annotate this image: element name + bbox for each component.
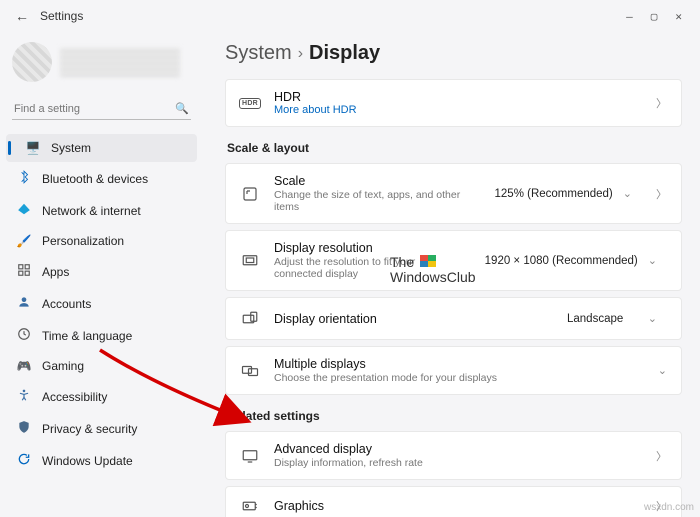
nav-icon: 🎮: [16, 359, 32, 373]
sidebar-item-personalization[interactable]: 🖌️ Personalization: [6, 227, 197, 255]
card-resolution[interactable]: Display resolution Adjust the resolution…: [225, 230, 682, 291]
apps-icon: [16, 263, 32, 280]
sidebar-item-privacy-security[interactable]: Privacy & security: [6, 413, 197, 444]
avatar: [12, 42, 52, 82]
bluetooth-icon: [16, 170, 32, 187]
chevron-right-icon: 〉: [656, 448, 667, 464]
card-subtitle: Adjust the resolution to fit your connec…: [274, 256, 461, 280]
sidebar-item-system[interactable]: 🖥️ System: [6, 134, 197, 162]
sidebar-item-label: Personalization: [42, 234, 124, 248]
search-box[interactable]: 🔍: [12, 98, 191, 120]
sidebar-item-label: Network & internet: [42, 204, 141, 218]
sidebar-item-accessibility[interactable]: Accessibility: [6, 381, 197, 412]
nav-list: 🖥️ System Bluetooth & devices Network & int…: [6, 134, 197, 476]
sidebar-item-network-internet[interactable]: Network & internet: [6, 195, 197, 226]
titlebar: ← Settings — ▢ ✕: [0, 0, 700, 32]
breadcrumb-root[interactable]: System: [225, 42, 292, 65]
shield-icon: [16, 420, 32, 437]
section-scale-layout: Scale & layout: [227, 141, 682, 155]
sidebar-item-label: Privacy & security: [42, 422, 137, 436]
app-title: Settings: [40, 9, 83, 23]
minimize-button[interactable]: —: [626, 10, 633, 23]
graphics-icon: [240, 497, 260, 515]
sidebar-item-label: Gaming: [42, 359, 84, 373]
sidebar-item-bluetooth-devices[interactable]: Bluetooth & devices: [6, 163, 197, 194]
orientation-dropdown[interactable]: Landscape⌄: [557, 308, 667, 329]
card-orientation[interactable]: Display orientation Landscape⌄: [225, 297, 682, 340]
hdr-link[interactable]: More about HDR: [274, 104, 642, 116]
search-icon: 🔍: [175, 102, 189, 115]
section-related: Related settings: [227, 409, 682, 423]
sidebar-item-apps[interactable]: Apps: [6, 256, 197, 287]
chevron-down-icon: ⌄: [658, 364, 667, 377]
scale-dropdown[interactable]: 125% (Recommended)⌄: [485, 183, 642, 204]
chevron-right-icon: 〉: [656, 95, 667, 111]
card-hdr[interactable]: HDR HDR More about HDR 〉: [225, 79, 682, 127]
card-title: Advanced display: [274, 442, 642, 456]
wifi-icon: [16, 202, 32, 219]
sidebar-item-time-language[interactable]: Time & language: [6, 320, 197, 351]
chevron-right-icon: 〉: [656, 186, 667, 202]
window-controls: — ▢ ✕: [616, 10, 692, 23]
nav-icon: 🖌️: [16, 234, 32, 248]
hdr-icon: HDR: [240, 98, 260, 109]
chevron-right-icon: ›: [298, 45, 303, 63]
multiple-displays-icon: [240, 362, 260, 380]
sidebar-item-accounts[interactable]: Accounts: [6, 288, 197, 319]
scale-icon: [240, 185, 260, 203]
clock-icon: [16, 327, 32, 344]
sidebar-item-label: Accessibility: [42, 390, 107, 404]
card-title: Scale: [274, 174, 471, 188]
card-title: Display resolution: [274, 241, 461, 255]
update-icon: [16, 452, 32, 469]
sidebar: 🔍 🖥️ System Bluetooth & devices Network & i…: [0, 32, 205, 517]
resolution-icon: [240, 252, 260, 270]
sidebar-item-windows-update[interactable]: Windows Update: [6, 445, 197, 476]
resolution-dropdown[interactable]: 1920 × 1080 (Recommended)⌄: [475, 250, 667, 271]
sidebar-item-gaming[interactable]: 🎮 Gaming: [6, 352, 197, 380]
card-title: Multiple displays: [274, 357, 644, 371]
monitor-icon: [240, 447, 260, 465]
sidebar-item-label: Accounts: [42, 297, 91, 311]
card-multiple-displays[interactable]: Multiple displays Choose the presentatio…: [225, 346, 682, 395]
card-title: Graphics: [274, 499, 642, 513]
nav-icon: 🖥️: [25, 141, 41, 155]
card-scale[interactable]: Scale Change the size of text, apps, and…: [225, 163, 682, 224]
chevron-down-icon: ⌄: [648, 254, 657, 267]
card-title: HDR: [274, 90, 642, 104]
sidebar-item-label: Apps: [42, 265, 69, 279]
sidebar-item-label: Bluetooth & devices: [42, 172, 148, 186]
card-title: Display orientation: [274, 312, 543, 326]
sidebar-item-label: System: [51, 141, 91, 155]
user-name-blurred: [60, 47, 180, 77]
sidebar-item-label: Windows Update: [42, 454, 133, 468]
content: System › Display HDR HDR More about HDR …: [205, 32, 700, 517]
account-icon: [16, 295, 32, 312]
chevron-down-icon: ⌄: [623, 187, 632, 200]
breadcrumb: System › Display: [225, 42, 682, 65]
orientation-icon: [240, 310, 260, 328]
search-input[interactable]: [14, 103, 175, 115]
accessibility-icon: [16, 388, 32, 405]
breadcrumb-page: Display: [309, 42, 380, 65]
card-graphics[interactable]: Graphics 〉: [225, 486, 682, 517]
maximize-button[interactable]: ▢: [651, 10, 658, 23]
card-subtitle: Change the size of text, apps, and other…: [274, 189, 471, 213]
sidebar-item-label: Time & language: [42, 329, 132, 343]
card-subtitle: Choose the presentation mode for your di…: [274, 372, 644, 384]
card-advanced-display[interactable]: Advanced display Display information, re…: [225, 431, 682, 480]
user-block[interactable]: [6, 38, 197, 94]
card-subtitle: Display information, refresh rate: [274, 457, 642, 469]
source-url: wsxdn.com: [644, 502, 694, 513]
close-button[interactable]: ✕: [675, 10, 682, 23]
chevron-down-icon: ⌄: [648, 312, 657, 325]
back-button[interactable]: ←: [8, 8, 36, 24]
